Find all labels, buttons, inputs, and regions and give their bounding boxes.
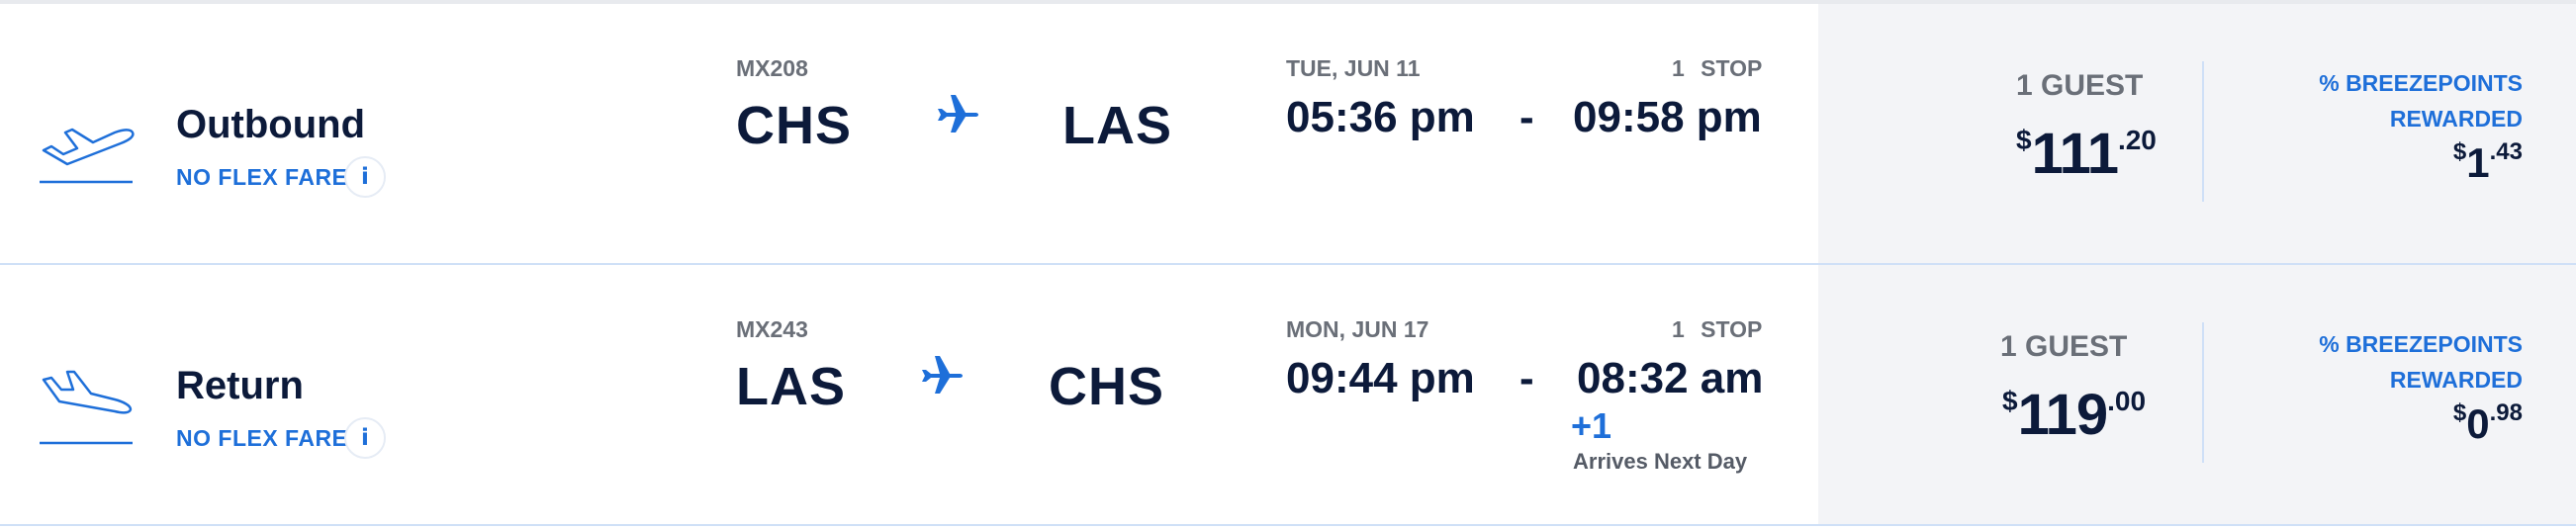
day-offset-badge: +1 xyxy=(1571,405,1612,446)
origin-airport: CHS xyxy=(736,96,853,155)
panel-divider xyxy=(2202,322,2204,463)
breezepoints-value: $1.43 xyxy=(2453,138,2523,187)
flight-row-return[interactable]: Return NO FLEX FARE i MX243 LAS CHS MON,… xyxy=(0,265,2576,526)
direction-title: Return xyxy=(176,364,304,407)
price-panel[interactable]: 1 GUEST $111.20 % BREEZEPOINTS REWARDED … xyxy=(1818,4,2576,263)
breezepoints-label: % BREEZEPOINTS REWARDED xyxy=(2265,326,2523,398)
panel-divider xyxy=(2202,61,2204,202)
price-currency: $ xyxy=(2002,386,2018,416)
fare-info-icon[interactable]: i xyxy=(344,156,386,198)
fare-info-icon[interactable]: i xyxy=(344,417,386,459)
breezepoints-label-line1: % BREEZEPOINTS xyxy=(2319,70,2523,96)
breezepoints-label-line1: % BREEZEPOINTS xyxy=(2319,331,2523,357)
fare-price: $119.00 xyxy=(2002,382,2146,448)
airplane-icon xyxy=(918,350,966,398)
price-whole: 111 xyxy=(2031,122,2119,186)
points-cents: .43 xyxy=(2489,138,2523,165)
guest-count: 1 GUEST xyxy=(2016,69,2144,102)
direction-title: Outbound xyxy=(176,103,366,146)
stops-label: 1 STOP xyxy=(1672,316,1763,342)
arrival-time: 08:32 am xyxy=(1577,354,1764,402)
price-cents: .00 xyxy=(2107,386,2147,416)
stops-label: 1 STOP xyxy=(1672,55,1763,81)
price-currency: $ xyxy=(2016,125,2032,155)
plane-landing-icon xyxy=(38,364,135,453)
plane-takeoff-icon xyxy=(38,103,135,192)
flight-number: MX208 xyxy=(736,55,808,81)
destination-airport: LAS xyxy=(1062,96,1172,155)
flight-number: MX243 xyxy=(736,316,808,342)
origin-airport: LAS xyxy=(736,357,846,416)
time-separator: - xyxy=(1519,93,1534,141)
flight-date: MON, JUN 17 xyxy=(1286,316,1429,342)
breezepoints-value: $0.98 xyxy=(2453,399,2523,448)
fare-type-label: NO FLEX FARE xyxy=(176,425,348,451)
airplane-icon xyxy=(934,89,981,136)
price-panel[interactable]: 1 GUEST $119.00 % BREEZEPOINTS REWARDED … xyxy=(1818,265,2576,524)
departure-time: 05:36 pm xyxy=(1286,93,1475,141)
arrival-time: 09:58 pm xyxy=(1573,93,1762,141)
points-currency: $ xyxy=(2452,399,2467,426)
breezepoints-label: % BREEZEPOINTS REWARDED xyxy=(2265,65,2523,136)
points-whole: 1 xyxy=(2466,139,2490,186)
fare-type-label: NO FLEX FARE xyxy=(176,164,348,190)
breezepoints-label-line2: REWARDED xyxy=(2389,106,2523,132)
points-cents: .98 xyxy=(2489,399,2523,426)
price-whole: 119 xyxy=(2017,383,2109,447)
points-currency: $ xyxy=(2452,138,2467,165)
flight-row-outbound[interactable]: Outbound NO FLEX FARE i MX208 CHS LAS TU… xyxy=(0,4,2576,265)
time-separator: - xyxy=(1519,354,1534,402)
fare-price: $111.20 xyxy=(2016,121,2157,187)
arrives-next-day-note: Arrives Next Day xyxy=(1573,449,1748,474)
guest-count: 1 GUEST xyxy=(2000,330,2128,363)
flight-date: TUE, JUN 11 xyxy=(1286,55,1421,81)
destination-airport: CHS xyxy=(1049,357,1165,416)
breezepoints-label-line2: REWARDED xyxy=(2389,367,2523,393)
price-cents: .20 xyxy=(2117,125,2157,155)
points-whole: 0 xyxy=(2466,400,2490,447)
departure-time: 09:44 pm xyxy=(1286,354,1475,402)
